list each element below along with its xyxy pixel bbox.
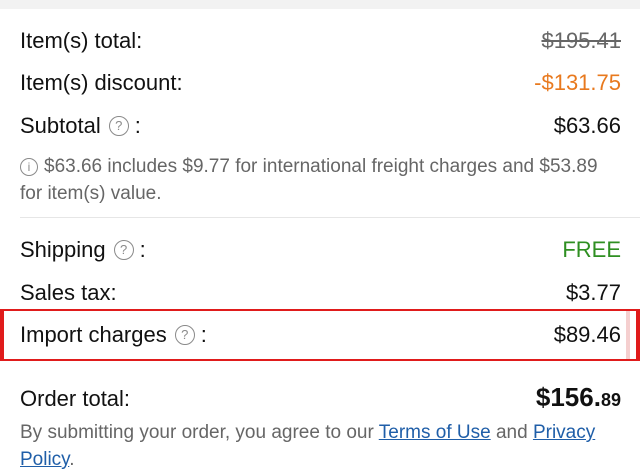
- items-total-value: $195.41: [541, 28, 621, 53]
- freight-note: i $63.66 includes $9.77 for international…: [20, 153, 610, 207]
- sales-tax-row: Sales tax: $3.77: [20, 279, 621, 307]
- items-discount-row: Item(s) discount: -$131.75: [20, 69, 621, 97]
- items-discount-label: Item(s) discount:: [20, 70, 183, 95]
- sales-tax-label: Sales tax:: [20, 280, 117, 305]
- section-divider: [20, 217, 640, 218]
- items-discount-value: -$131.75: [534, 70, 621, 95]
- top-divider-bar: [0, 0, 640, 9]
- legal-middle: and: [490, 422, 533, 443]
- order-total-row: Order total: $156.89: [20, 383, 621, 414]
- question-circle-icon[interactable]: ?: [174, 325, 195, 345]
- order-total-cents: 89: [600, 390, 621, 410]
- import-charges-label-group: Import charges ? :: [20, 321, 207, 349]
- import-charges-label: Import charges: [20, 322, 167, 347]
- question-circle-icon[interactable]: ?: [113, 240, 134, 260]
- question-circle-icon[interactable]: ?: [108, 116, 129, 136]
- order-total-main: $156.: [535, 382, 601, 412]
- items-total-row: Item(s) total: $195.41: [20, 27, 621, 55]
- order-total-value: $156.89: [536, 383, 621, 414]
- legal-prefix: By submitting your order, you agree to o…: [20, 422, 379, 443]
- import-charges-row: Import charges ? : $89.46: [20, 321, 621, 349]
- subtotal-colon: :: [134, 113, 141, 138]
- info-circle-icon: i: [20, 158, 38, 176]
- shipping-value: FREE: [562, 237, 621, 262]
- subtotal-row: Subtotal ? : $63.66: [20, 112, 621, 140]
- shipping-label-group: Shipping ? :: [20, 236, 146, 264]
- subtotal-value: $63.66: [553, 113, 621, 138]
- shipping-label: Shipping: [20, 237, 106, 262]
- order-total-label: Order total:: [20, 385, 131, 411]
- freight-note-text: $63.66 includes $9.77 for international …: [20, 156, 598, 204]
- terms-of-use-link[interactable]: Terms of Use: [379, 422, 491, 443]
- items-total-label: Item(s) total:: [20, 28, 143, 53]
- shipping-row: Shipping ? : FREE: [20, 236, 621, 264]
- legal-notice: By submitting your order, you agree to o…: [20, 419, 625, 473]
- shipping-colon: :: [139, 237, 146, 262]
- legal-suffix: .: [69, 449, 75, 470]
- import-charges-value: $89.46: [553, 322, 621, 347]
- sales-tax-value: $3.77: [565, 280, 621, 305]
- subtotal-label: Subtotal: [20, 113, 101, 138]
- import-charges-colon: :: [200, 322, 207, 347]
- subtotal-label-group: Subtotal ? :: [20, 112, 141, 140]
